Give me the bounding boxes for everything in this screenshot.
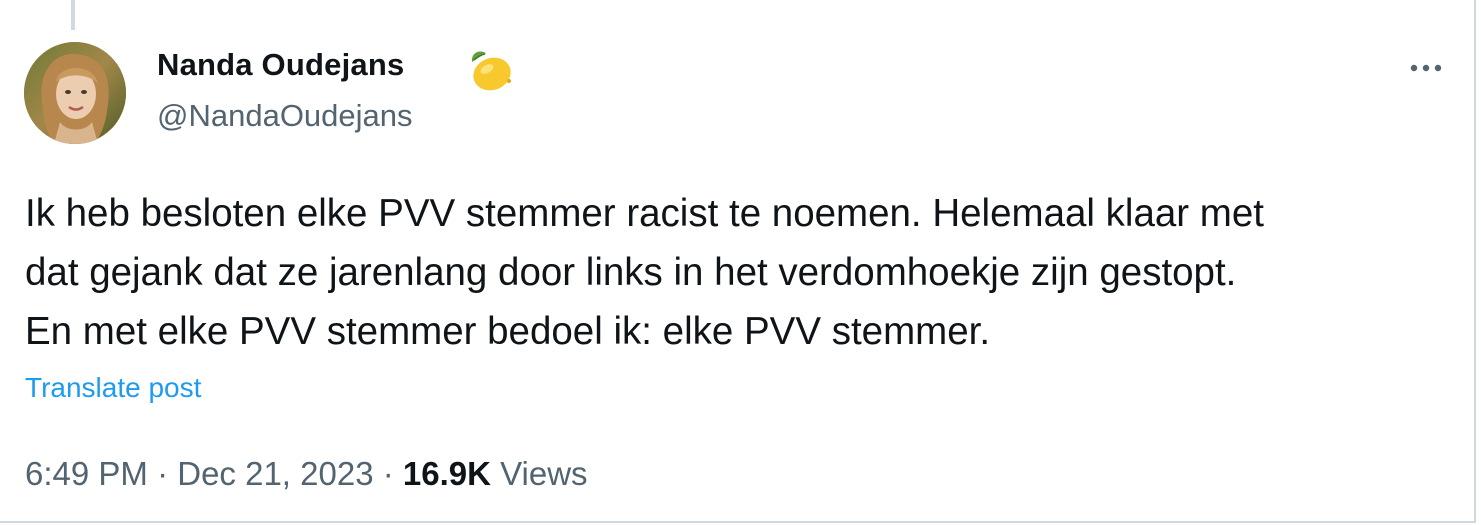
avatar-photo bbox=[24, 42, 126, 144]
lemon-icon bbox=[471, 51, 511, 91]
post-time[interactable]: 6:49 PM bbox=[25, 455, 148, 492]
tweet-metadata: 6:49 PM · Dec 21, 2023 · 16.9K Views bbox=[25, 455, 588, 493]
tweet-text-line: En met elke PVV stemmer bedoel ik: elke … bbox=[25, 310, 991, 353]
author-display-name[interactable]: Nanda Oudejans bbox=[157, 47, 404, 83]
tweet-card: Nanda Oudejans @NandaOudejans Ik heb bes… bbox=[0, 0, 1476, 523]
thread-connector-line bbox=[71, 0, 75, 30]
more-horizontal-icon bbox=[1410, 64, 1442, 72]
tweet-text: Ik heb besloten elke PVV stemmer racist … bbox=[25, 184, 1465, 361]
separator-dot: · bbox=[373, 455, 403, 492]
more-options-button[interactable] bbox=[1404, 50, 1448, 86]
views-label: Views bbox=[500, 455, 588, 492]
tweet-text-line: Ik heb besloten elke PVV stemmer racist … bbox=[25, 192, 1264, 235]
views-count[interactable]: 16.9K bbox=[403, 455, 491, 492]
author-handle[interactable]: @NandaOudejans bbox=[157, 98, 413, 134]
post-date[interactable]: Dec 21, 2023 bbox=[177, 455, 373, 492]
separator-dot: · bbox=[147, 455, 178, 492]
avatar[interactable] bbox=[24, 42, 126, 144]
translate-post-link[interactable]: Translate post bbox=[25, 372, 201, 404]
tweet-text-line: dat gejank dat ze jarenlang door links i… bbox=[25, 251, 1237, 294]
